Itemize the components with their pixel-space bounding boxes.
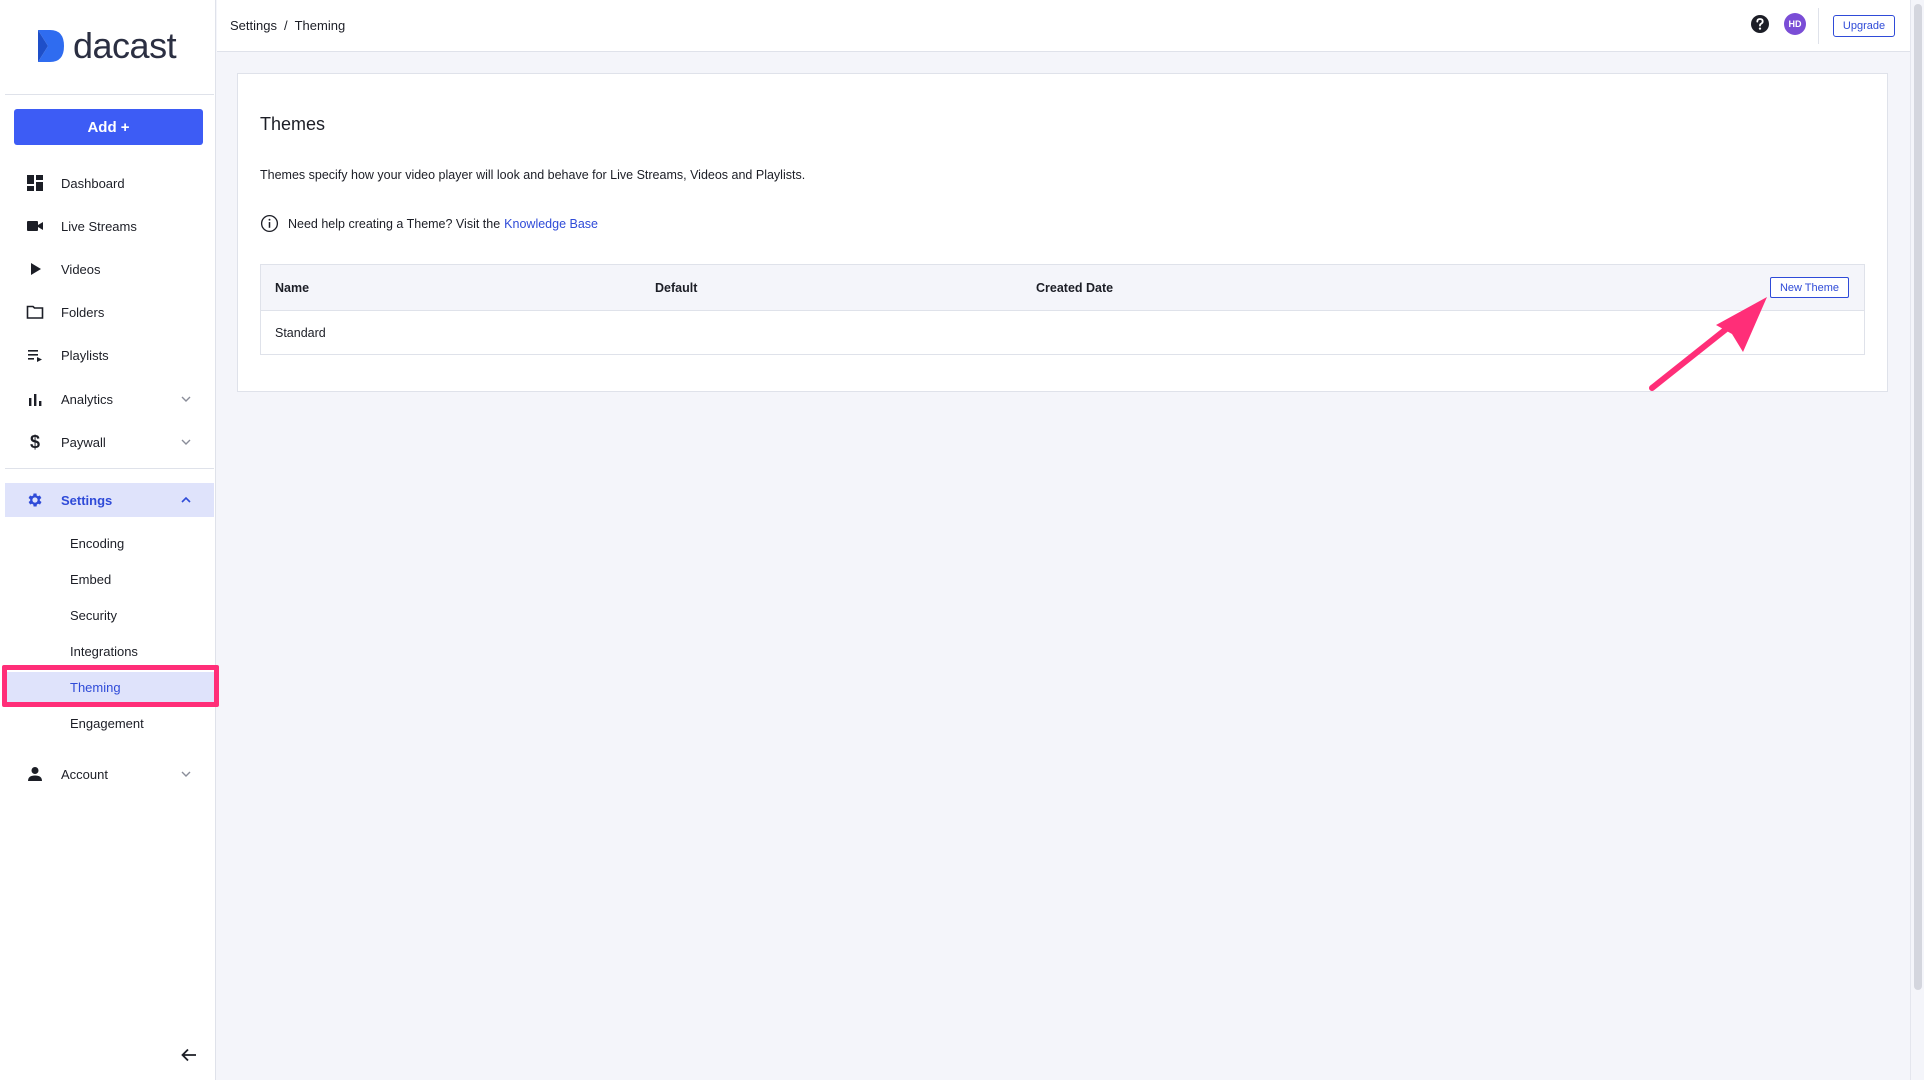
sidebar-subitem-label: Security [70,607,117,623]
column-header-name[interactable]: Name [275,281,309,295]
column-header-default[interactable]: Default [655,281,697,295]
bar-chart-icon [26,390,44,408]
dacast-logo-icon [38,30,64,62]
new-theme-button[interactable]: New Theme [1770,277,1849,298]
sidebar-subitem-embed[interactable]: Embed [5,564,214,594]
header-divider [1818,8,1819,44]
chevron-up-icon [181,496,191,503]
chevron-down-icon [181,771,191,777]
breadcrumb-separator: / [283,18,288,33]
play-icon [26,260,44,278]
arrow-left-icon [181,1048,196,1062]
table-header: Name Default Created Date New Theme [261,265,1864,311]
knowledge-base-link[interactable]: Knowledge Base [504,217,598,231]
video-camera-icon [26,217,44,235]
sidebar-item-settings[interactable]: Settings [5,483,214,517]
dashboard-icon [26,174,44,192]
sidebar-subitem-engagement[interactable]: Engagement [5,708,214,738]
themes-card: Themes Themes specify how your video pla… [237,73,1888,392]
sidebar-item-folders[interactable]: Folders [5,295,214,329]
theme-name-cell: Standard [275,326,326,340]
help-text: Need help creating a Theme? Visit the [288,216,501,231]
sidebar-item-label: Settings [61,492,113,508]
breadcrumb-settings[interactable]: Settings [230,18,277,33]
top-header: Settings / Theming HD Upgrade [217,0,1910,52]
avatar[interactable]: HD [1784,13,1806,35]
sidebar-subitem-label: Engagement [70,715,144,731]
playlist-icon [26,346,44,364]
sidebar-divider [5,94,214,95]
sidebar-item-label: Videos [61,261,101,277]
sidebar-item-label: Playlists [61,347,109,363]
sidebar-subitem-security[interactable]: Security [5,600,214,630]
sidebar-item-live-streams[interactable]: Live Streams [5,209,214,243]
sidebar-item-dashboard[interactable]: Dashboard [5,166,214,200]
person-icon [26,765,44,783]
sidebar-subitem-theming[interactable]: Theming [5,672,214,702]
themes-table: Name Default Created Date New Theme Stan… [260,264,1865,355]
sidebar-item-videos[interactable]: Videos [5,252,214,286]
column-header-created-date[interactable]: Created Date [1036,281,1113,295]
sidebar-item-label: Analytics [61,391,114,407]
sidebar-item-label: Live Streams [61,218,137,234]
themes-description: Themes specify how your video player wil… [260,168,806,182]
breadcrumb: Settings / Theming [230,18,345,33]
page-title: Themes [260,114,326,134]
logo-wordmark: dacast [73,25,177,66]
sidebar-subitem-label: Embed [70,571,112,587]
sidebar: dacast Add + Dashboard Live Streams Vide… [0,0,216,1080]
dacast-logo[interactable]: dacast [36,25,177,66]
sidebar-item-label: Folders [61,304,105,320]
table-row[interactable]: Standard [261,311,1864,355]
help-icon[interactable] [1750,14,1770,34]
sidebar-item-label: Paywall [61,434,106,450]
scrollbar-thumb[interactable] [1914,4,1922,990]
sidebar-item-paywall[interactable]: $ Paywall [5,425,214,459]
breadcrumb-theming: Theming [294,18,346,33]
add-button[interactable]: Add + [14,109,203,145]
dollar-icon: $ [29,431,40,452]
sidebar-subitem-label: Encoding [70,535,125,551]
info-icon [260,214,279,233]
gear-icon [26,491,44,509]
sidebar-divider [5,468,214,469]
sidebar-subitem-label: Integrations [70,643,138,659]
sidebar-item-playlists[interactable]: Playlists [5,338,214,372]
sidebar-item-account[interactable]: Account [5,757,214,791]
sidebar-subitem-label: Theming [70,679,121,695]
sidebar-item-label: Dashboard [61,175,125,191]
help-row: Need help creating a Theme? Visit the Kn… [260,214,598,233]
collapse-sidebar-button[interactable] [178,1044,200,1066]
folder-icon [26,303,44,321]
upgrade-button[interactable]: Upgrade [1833,15,1895,37]
sidebar-subitem-encoding[interactable]: Encoding [5,528,214,558]
chevron-down-icon [181,439,191,445]
sidebar-item-analytics[interactable]: Analytics [5,382,214,416]
sidebar-item-label: Account [61,766,108,782]
sidebar-subitem-integrations[interactable]: Integrations [5,636,214,666]
chevron-down-icon [181,396,191,402]
